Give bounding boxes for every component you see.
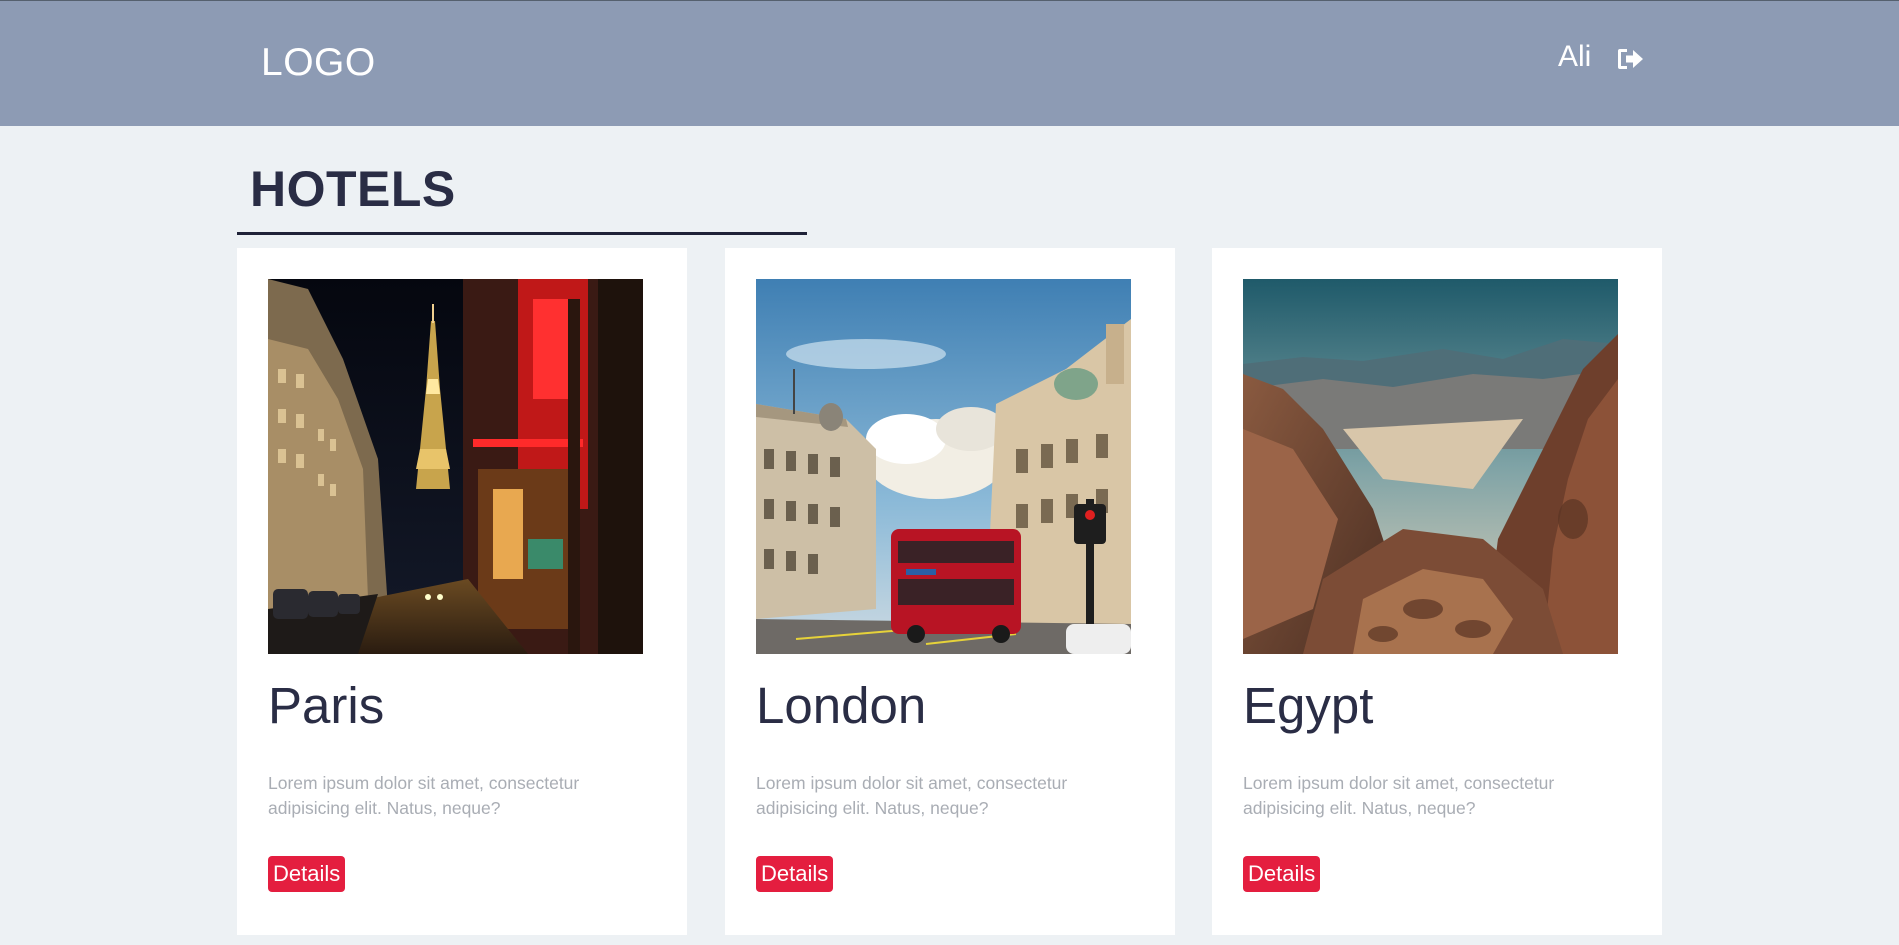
card-title: London [756, 677, 927, 734]
london-photo-image [756, 279, 1131, 654]
details-button[interactable]: Details [1243, 856, 1321, 892]
egypt-photo-image [1243, 279, 1618, 654]
paris-photo [268, 279, 643, 654]
card-description: Lorem ipsum dolor sit amet, consectetur … [268, 773, 580, 818]
card-title: Paris [268, 677, 385, 734]
top-navbar: LOGO Ali [0, 1, 1899, 126]
egypt-photo [1243, 279, 1618, 654]
hotel-card-egypt: Egypt Lorem ipsum dolor sit amet, consec… [1212, 248, 1662, 935]
hotel-card-london: London Lorem ipsum dolor sit amet, conse… [725, 248, 1175, 935]
site-logo[interactable]: LOGO [261, 41, 376, 85]
page-title: HOTELS [250, 161, 456, 217]
card-description: Lorem ipsum dolor sit amet, consectetur … [1243, 773, 1555, 818]
card-description: Lorem ipsum dolor sit amet, consectetur … [756, 773, 1068, 818]
sign-out-icon[interactable] [1617, 47, 1645, 71]
title-underline [237, 232, 807, 235]
card-title: Egypt [1243, 677, 1374, 734]
details-button[interactable]: Details [268, 856, 346, 892]
paris-photo-image [268, 279, 643, 654]
hotel-card-paris: Paris Lorem ipsum dolor sit amet, consec… [237, 248, 687, 935]
details-button[interactable]: Details [756, 856, 834, 892]
london-photo [756, 279, 1131, 654]
user-name[interactable]: Ali [1558, 40, 1591, 74]
